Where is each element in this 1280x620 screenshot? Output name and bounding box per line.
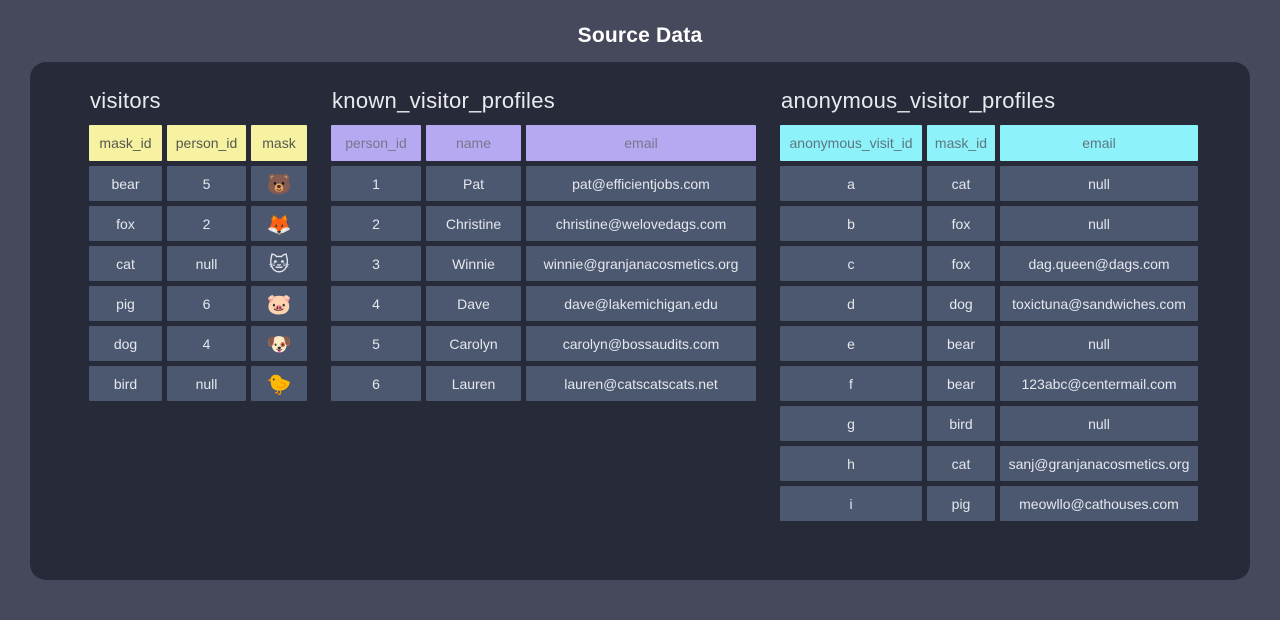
- table-cell: bird: [927, 406, 995, 441]
- table-cell: fox: [927, 246, 995, 281]
- table-cell: Winnie: [426, 246, 521, 281]
- table-cell: null: [1000, 326, 1198, 361]
- table-cell: d: [780, 286, 922, 321]
- table-cell: 4: [167, 326, 246, 361]
- table-cell: dave@lakemichigan.edu: [526, 286, 756, 321]
- column-header-person_id: person_id: [331, 125, 421, 161]
- mask-emoji-cell: 🐤: [251, 366, 307, 401]
- table-cell: bird: [89, 366, 162, 401]
- table-cell: 5: [167, 166, 246, 201]
- table-cell: fox: [89, 206, 162, 241]
- table-cell: 6: [167, 286, 246, 321]
- column-header-anonymous_visit_id: anonymous_visit_id: [780, 125, 922, 161]
- table-cell: meowllo@cathouses.com: [1000, 486, 1198, 521]
- mask-emoji-cell: 🐷: [251, 286, 307, 321]
- tables-container: visitorsmask_idperson_idmaskbear5🐻fox2🦊c…: [89, 88, 1250, 521]
- table-cell: cat: [927, 166, 995, 201]
- column-header-mask: mask: [251, 125, 307, 161]
- table-cell: null: [167, 246, 246, 281]
- table-visitors: visitors mask_idperson_idmask bear5🐻 fox2🦊 c…: [89, 88, 307, 401]
- table-cell: g: [780, 406, 922, 441]
- table-cell: 1: [331, 166, 421, 201]
- column-header-email: email: [1000, 125, 1198, 161]
- table-cell: null: [1000, 166, 1198, 201]
- table-cell: cat: [927, 446, 995, 481]
- table-cell: 123abc@centermail.com: [1000, 366, 1198, 401]
- source-data-panel: visitorsmask_idperson_idmaskbear5🐻fox2🦊c…: [30, 62, 1250, 580]
- table-cell: Carolyn: [426, 326, 521, 361]
- mask-emoji-cell: 🦊: [251, 206, 307, 241]
- table-anonymous_visitor_profiles: anonymous_visitor_profiles anonymous_visi…: [780, 88, 1198, 521]
- table-cell: dog: [89, 326, 162, 361]
- table-cell: b: [780, 206, 922, 241]
- table-cell: c: [780, 246, 922, 281]
- table-cell: e: [780, 326, 922, 361]
- table-cell: 6: [331, 366, 421, 401]
- table-cell: toxictuna@sandwiches.com: [1000, 286, 1198, 321]
- table-cell: null: [1000, 406, 1198, 441]
- table-cell: pig: [927, 486, 995, 521]
- column-header-email: email: [526, 125, 756, 161]
- table-cell: Dave: [426, 286, 521, 321]
- table-cell: Pat: [426, 166, 521, 201]
- table-cell: lauren@catscatscats.net: [526, 366, 756, 401]
- table-cell: i: [780, 486, 922, 521]
- table-cell: dog: [927, 286, 995, 321]
- table-known_visitor_profiles: known_visitor_profiles person_idnameemail…: [331, 88, 756, 401]
- table-grid: mask_idperson_idmaskbear5🐻fox2🦊catnull🐱p…: [89, 125, 307, 401]
- table-cell: winnie@granjanacosmetics.org: [526, 246, 756, 281]
- table-cell: fox: [927, 206, 995, 241]
- table-cell: christine@welovedags.com: [526, 206, 756, 241]
- table-cell: Christine: [426, 206, 521, 241]
- column-header-mask_id: mask_id: [927, 125, 995, 161]
- table-cell: h: [780, 446, 922, 481]
- page-title: Source Data: [0, 0, 1280, 48]
- table-cell: Lauren: [426, 366, 521, 401]
- table-cell: cat: [89, 246, 162, 281]
- column-header-mask_id: mask_id: [89, 125, 162, 161]
- table-title: anonymous_visitor_profiles: [781, 88, 1198, 114]
- mask-emoji-cell: 🐻: [251, 166, 307, 201]
- column-header-name: name: [426, 125, 521, 161]
- table-title: known_visitor_profiles: [332, 88, 756, 114]
- table-grid: person_idnameemail 1Patpat@efficientjobs.…: [331, 125, 756, 401]
- table-cell: null: [167, 366, 246, 401]
- table-grid: anonymous_visit_idmask_idemailacatnullbf…: [780, 125, 1198, 521]
- table-title: visitors: [90, 88, 307, 114]
- table-cell: bear: [927, 366, 995, 401]
- table-cell: 5: [331, 326, 421, 361]
- table-cell: sanj@granjanacosmetics.org: [1000, 446, 1198, 481]
- mask-emoji-cell: 🐶: [251, 326, 307, 361]
- table-cell: 4: [331, 286, 421, 321]
- table-cell: 3: [331, 246, 421, 281]
- table-cell: bear: [89, 166, 162, 201]
- table-cell: bear: [927, 326, 995, 361]
- column-header-person_id: person_id: [167, 125, 246, 161]
- table-cell: 2: [167, 206, 246, 241]
- table-cell: carolyn@bossaudits.com: [526, 326, 756, 361]
- table-cell: pat@efficientjobs.com: [526, 166, 756, 201]
- table-cell: null: [1000, 206, 1198, 241]
- table-cell: pig: [89, 286, 162, 321]
- table-cell: f: [780, 366, 922, 401]
- table-cell: dag.queen@dags.com: [1000, 246, 1198, 281]
- mask-emoji-cell: 🐱: [251, 246, 307, 281]
- table-cell: 2: [331, 206, 421, 241]
- table-cell: a: [780, 166, 922, 201]
